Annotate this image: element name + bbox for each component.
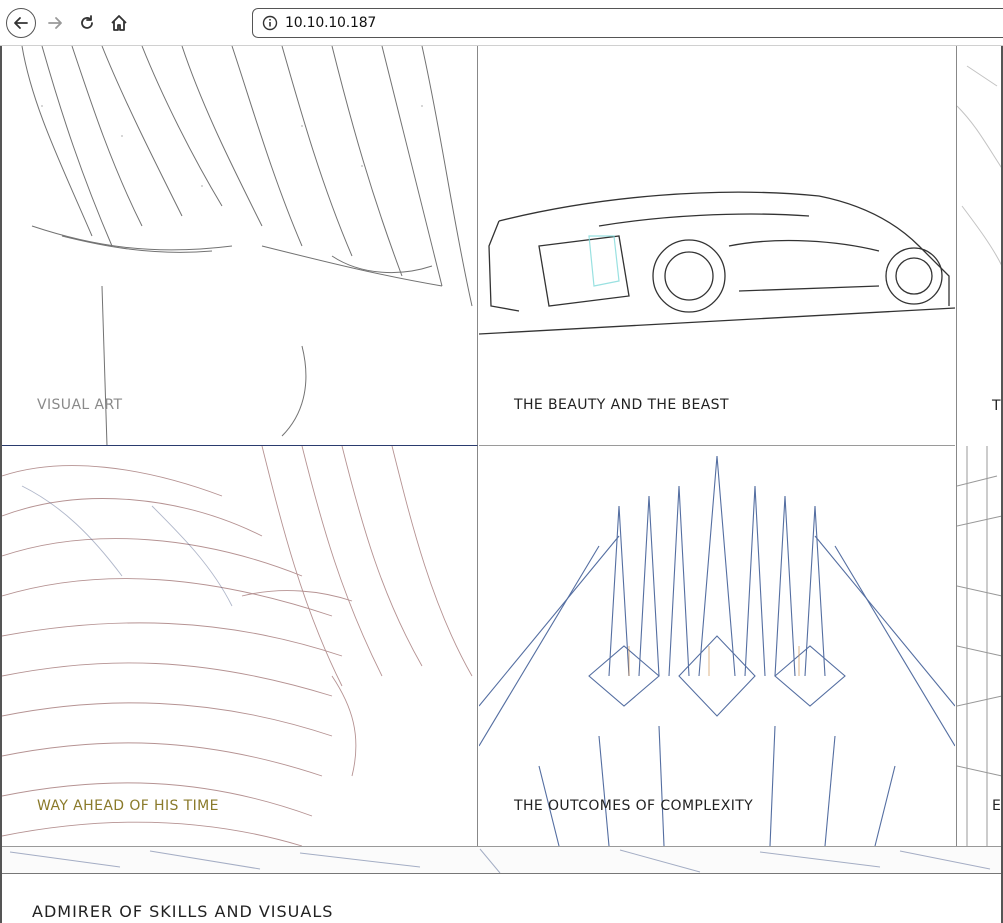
portrait-sketch-image [21, 46, 473, 445]
home-icon[interactable] [104, 8, 134, 38]
strip-sketch-image [9, 848, 991, 873]
partial-sketch-image [957, 65, 1003, 267]
browser-toolbar: 10.10.10.187 [0, 0, 1003, 46]
gallery-tile-outcomes-of-complexity[interactable]: THE OUTCOMES OF COMPLEXITY [479, 446, 955, 846]
section-title: ADMIRER OF SKILLS AND VISUALS [32, 902, 334, 921]
bearded-man-sketch-image [2, 446, 473, 846]
tile-caption[interactable]: THE BEAUTY AND THE BEAST [514, 397, 729, 413]
tile-caption[interactable]: THE OUTCOMES OF COMPLEXITY [514, 798, 753, 814]
tile-caption[interactable]: WAY AHEAD OF HIS TIME [37, 798, 219, 814]
gallery-tile-way-ahead[interactable]: WAY AHEAD OF HIS TIME [2, 446, 478, 846]
reload-icon[interactable] [72, 8, 102, 38]
site-info-icon[interactable] [261, 14, 279, 32]
gallery-tile-partial-right[interactable]: TH [956, 46, 1003, 446]
address-bar[interactable]: 10.10.10.187 [252, 8, 1003, 38]
frame-border-left [0, 46, 2, 923]
gallery-tile-visual-art[interactable]: VISUAL ART [2, 46, 478, 446]
gallery-next-row-strip [0, 846, 1003, 874]
back-arrow-icon[interactable] [6, 8, 36, 38]
forward-arrow-icon[interactable] [40, 8, 70, 38]
partial-sketch-image [957, 446, 1003, 846]
gallery-tile-beauty-and-beast[interactable]: THE BEAUTY AND THE BEAST [479, 46, 955, 446]
organ-pipes-sketch-image [479, 455, 955, 846]
url-text[interactable]: 10.10.10.187 [285, 15, 376, 31]
gallery-tile-partial-right-bottom[interactable]: E [956, 446, 1003, 846]
tile-caption[interactable]: E [992, 798, 1001, 814]
sports-car-sketch-image [479, 191, 955, 335]
gallery-grid: VISUAL ART THE BEAUTY AND THE BEAST T WA… [0, 46, 1003, 846]
tile-caption[interactable]: VISUAL ART [37, 397, 123, 413]
